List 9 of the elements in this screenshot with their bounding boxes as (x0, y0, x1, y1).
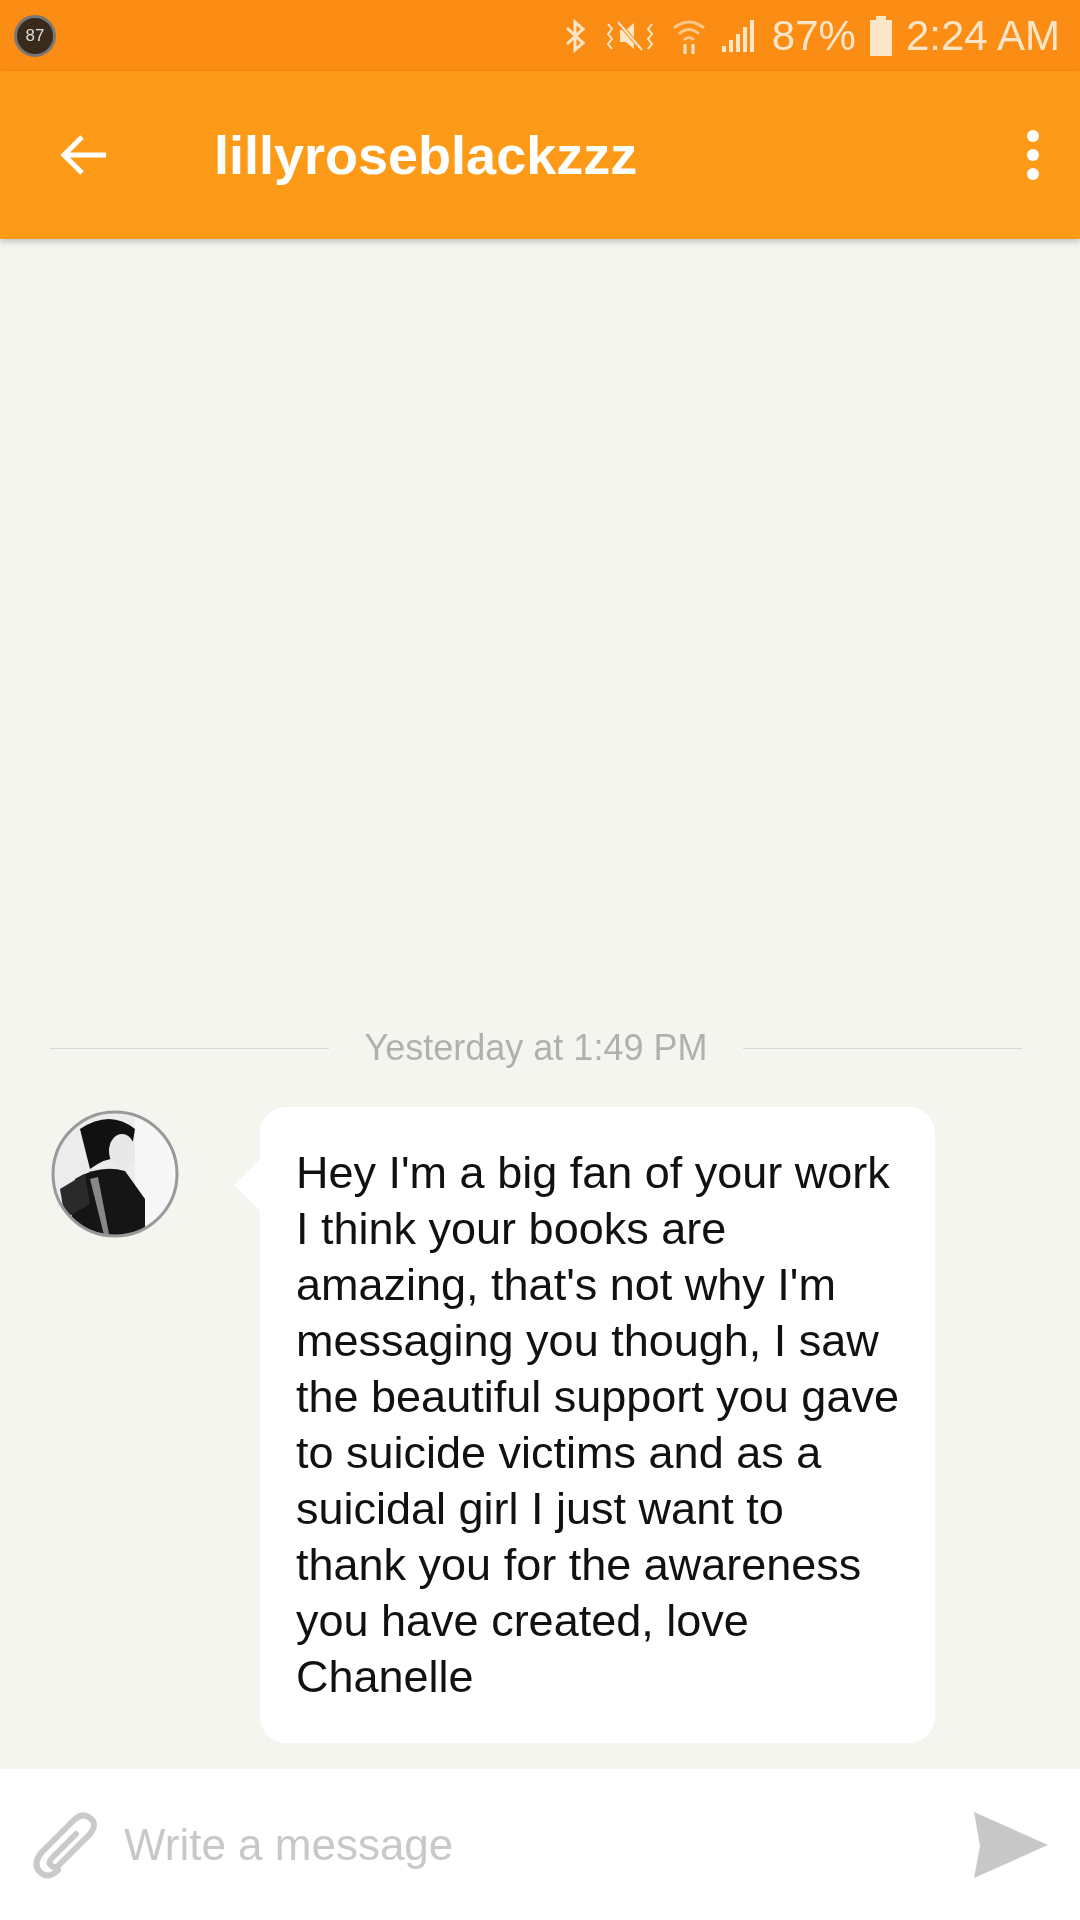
clock-time: 2:24 AM (905, 11, 1060, 60)
notification-badge: 87 (14, 14, 56, 57)
message-text: Hey I'm a big fan of your work I think your books are amazing, that's not why I'm messaging you though, I saw the beautiful support you gave to suicide victims and as a suicidal girl I just want to thank you for the awareness you have created, love Chanelle (296, 1146, 899, 1704)
conversation-title: lillyroseblackzzz (214, 124, 639, 186)
more-options-icon[interactable] (1026, 129, 1040, 181)
battery-percent: 87% (771, 11, 856, 60)
bluetooth-icon (563, 17, 588, 54)
battery-icon (869, 15, 892, 56)
message-timestamp: Yesterday at 1:49 PM (364, 1027, 708, 1069)
